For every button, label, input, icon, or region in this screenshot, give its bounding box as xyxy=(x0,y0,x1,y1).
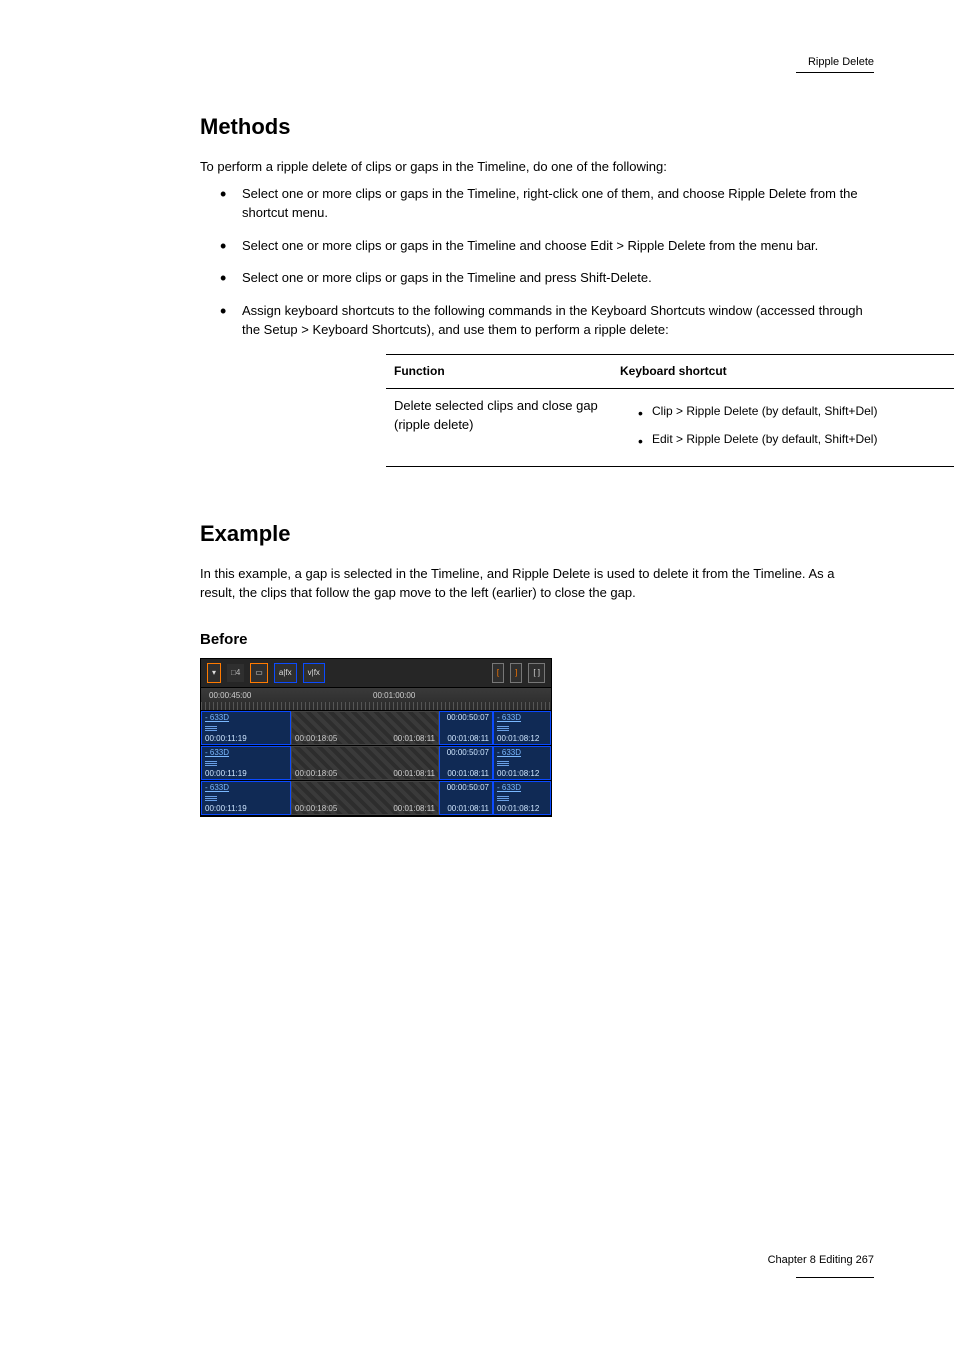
timeline-track[interactable]: - 633D 00:00:11:19 00:00:18:05 00:01:08:… xyxy=(201,711,551,746)
header-text: Ripple Delete xyxy=(808,56,874,68)
methods-intro: To perform a ripple delete of clips or g… xyxy=(200,158,874,177)
toolbar-vfx-button[interactable]: v|fx xyxy=(303,663,325,683)
shortcuts-table: Function Keyboard shortcut Delete select… xyxy=(386,354,954,467)
table-cell-shortcut: Clip > Ripple Delete (by default, Shift+… xyxy=(612,389,954,466)
table-row: Delete selected clips and close gap (rip… xyxy=(386,389,954,467)
clip[interactable]: - 633D 00:01:08:12 xyxy=(493,711,551,745)
shortcut-item: Clip > Ripple Delete (by default, Shift+… xyxy=(638,403,948,420)
clip[interactable]: - 633D 00:01:08:12 xyxy=(493,781,551,815)
clip[interactable]: 00:00:50:07 00:01:08:11 xyxy=(439,711,493,745)
footer-text: Chapter 8 Editing 267 xyxy=(674,1254,874,1266)
method-item: Select one or more clips or gaps in the … xyxy=(220,185,874,223)
table-header-shortcut: Keyboard shortcut xyxy=(612,355,954,388)
timeline-track[interactable]: - 633D 00:00:11:19 00:00:18:05 00:01:08:… xyxy=(201,781,551,816)
table-header-function: Function xyxy=(386,355,612,388)
header-rule xyxy=(796,72,874,73)
toolbar-clip-icon[interactable]: ▭ xyxy=(250,663,268,683)
method-item: Select one or more clips or gaps in the … xyxy=(220,269,874,288)
toolbar-dropdown-icon[interactable]: ▾ xyxy=(207,663,221,683)
timeline-ruler[interactable]: 00:00:45:00 00:01:00:00 xyxy=(201,687,551,711)
toolbar-camera-label[interactable]: □4 xyxy=(227,664,244,682)
method-item-text: Assign keyboard shortcuts to the followi… xyxy=(242,303,863,337)
section-heading-example: Example xyxy=(200,521,874,547)
clip[interactable]: - 633D 00:00:11:19 xyxy=(201,781,291,815)
toolbar-brackets-icon[interactable]: [ ] xyxy=(528,663,545,683)
gap-clip[interactable]: 00:00:18:05 00:01:08:11 xyxy=(291,746,439,780)
gap-clip[interactable]: 00:00:18:05 00:01:08:11 xyxy=(291,711,439,745)
method-item: Select one or more clips or gaps in the … xyxy=(220,237,874,256)
clip[interactable]: - 633D 00:00:11:19 xyxy=(201,711,291,745)
clip[interactable]: 00:00:50:07 00:01:08:11 xyxy=(439,746,493,780)
clip[interactable]: 00:00:50:07 00:01:08:11 xyxy=(439,781,493,815)
clip[interactable]: - 633D 00:00:11:19 xyxy=(201,746,291,780)
timeline-track[interactable]: - 633D 00:00:11:19 00:00:18:05 00:01:08:… xyxy=(201,746,551,781)
table-cell-function: Delete selected clips and close gap (rip… xyxy=(386,389,612,466)
timeline-screenshot: ▾ □4 ▭ a|fx v|fx [ ] [ ] 00:00:45:00 00:… xyxy=(200,658,552,817)
toolbar-afx-button[interactable]: a|fx xyxy=(274,663,297,683)
method-item: Assign keyboard shortcuts to the followi… xyxy=(220,302,874,467)
toolbar-mark-out-icon[interactable]: ] xyxy=(510,663,522,683)
footer-rule xyxy=(796,1277,874,1278)
table-header-row: Function Keyboard shortcut xyxy=(386,355,954,389)
before-heading: Before xyxy=(200,631,874,648)
timeline-toolbar: ▾ □4 ▭ a|fx v|fx [ ] [ ] xyxy=(201,659,551,687)
section-heading-methods: Methods xyxy=(200,114,874,140)
ruler-timecode: 00:00:45:00 xyxy=(209,691,251,700)
shortcut-item: Edit > Ripple Delete (by default, Shift+… xyxy=(638,431,948,448)
gap-clip[interactable]: 00:00:18:05 00:01:08:11 xyxy=(291,781,439,815)
methods-list: Select one or more clips or gaps in the … xyxy=(220,185,874,467)
ruler-timecode: 00:01:00:00 xyxy=(373,691,415,700)
example-intro: In this example, a gap is selected in th… xyxy=(200,565,840,603)
clip[interactable]: - 633D 00:01:08:12 xyxy=(493,746,551,780)
toolbar-mark-in-icon[interactable]: [ xyxy=(492,663,504,683)
